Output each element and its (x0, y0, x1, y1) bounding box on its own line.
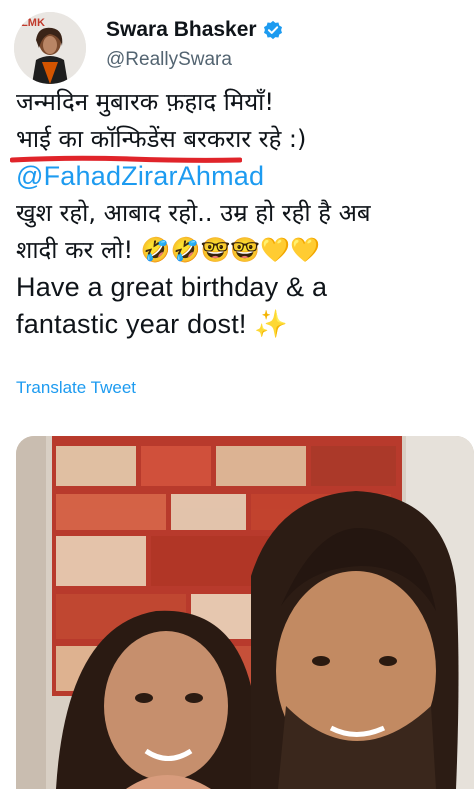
author-name-row[interactable]: Swara Bhasker (106, 18, 283, 42)
tweet-line-text: भाई का कॉन्फिडेंस बरकरार रहे :) (16, 125, 307, 153)
verified-badge-icon (263, 20, 283, 40)
tweet-line-highlighted: भाई का कॉन्फिडेंस बरकरार रहे :) (10, 121, 466, 163)
tweet-line: जन्मदिन मुबारक फ़हाद मियाँ! (16, 88, 275, 116)
avatar-logo-text: ILMK (18, 17, 45, 29)
tweet-line: शादी कर लो! 🤣🤣🤓🤓💛💛 (16, 236, 321, 264)
avatar-image: ILMK (14, 12, 86, 84)
mention-link[interactable]: @FahadZirarAhmad (16, 158, 466, 195)
author-display-name[interactable]: Swara Bhasker (106, 18, 257, 42)
avatar[interactable]: ILMK (14, 12, 86, 84)
tweet-photo[interactable] (16, 436, 474, 789)
tweet-line: खुश रहो, आबाद रहो.. उम्र हो रही है अब (16, 199, 371, 227)
tweet-line: fantastic year dost! ✨ (16, 309, 289, 339)
tweet-line: Have a great birthday & a (16, 272, 328, 302)
tweet-text: जन्मदिन मुबारक फ़हाद मियाँ! भाई का कॉन्फ… (10, 84, 466, 343)
author-handle[interactable]: @ReallySwara (106, 49, 232, 71)
translate-tweet-link[interactable]: Translate Tweet (16, 378, 136, 398)
photo-image (16, 436, 474, 789)
